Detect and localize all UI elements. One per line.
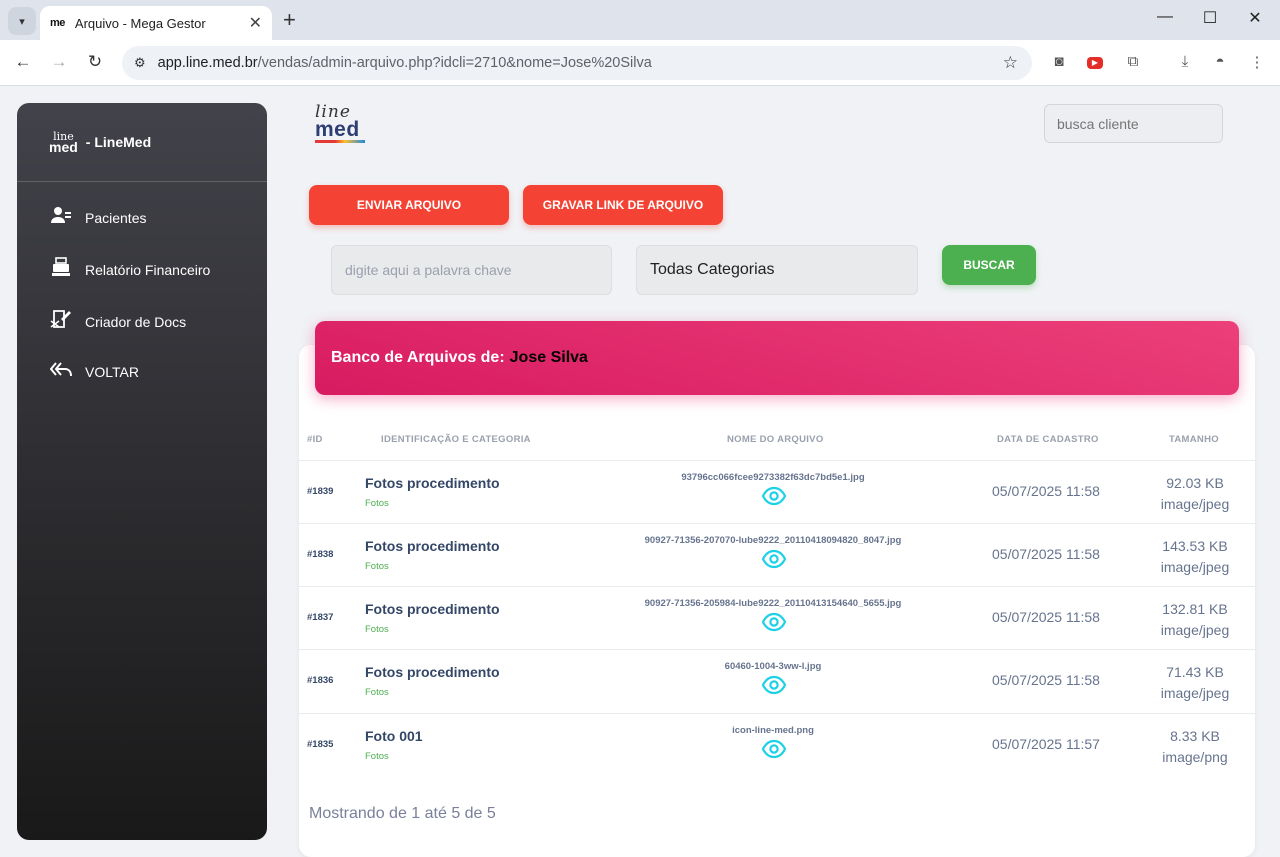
reply-all-icon [49, 360, 73, 383]
sidebar-logo: line med [49, 130, 78, 155]
sidebar-item-label: Pacientes [85, 209, 147, 226]
row-date: 05/07/2025 11:58 [992, 609, 1100, 625]
row-identification: Fotos procedimento [365, 664, 500, 680]
row-id: #1838 [307, 549, 334, 560]
search-button[interactable]: BUSCAR [942, 245, 1036, 285]
profile-avatar-icon[interactable]: ◓ [1210, 53, 1230, 70]
view-eye-icon[interactable] [761, 549, 787, 569]
save-file-link-button[interactable]: GRAVAR LINK DE ARQUIVO [523, 185, 723, 225]
sidebar-item-voltar[interactable]: VOLTAR [49, 360, 139, 383]
row-file-name: icon-line-med.png [732, 725, 814, 736]
minimize-icon[interactable]: — [1155, 8, 1175, 26]
table-row: #1839 Fotos procedimento Fotos 93796cc066fc… [299, 460, 1255, 523]
download-icon[interactable]: ⤓ [1175, 53, 1195, 70]
col-header-date: DATA DE CADASTRO [997, 434, 1099, 445]
window-close-icon[interactable]: ✕ [1245, 8, 1265, 28]
sidebar: line med - LineMed Pacientes Relatório F… [17, 103, 267, 840]
extensions-puzzle-icon[interactable]: ⧉ [1123, 53, 1143, 70]
row-identification: Fotos procedimento [365, 538, 500, 554]
row-category: Fotos [365, 751, 389, 762]
row-size: 143.53 KB image/jpeg [1160, 538, 1230, 575]
youtube-extension-icon[interactable]: ▶ [1087, 57, 1103, 69]
sidebar-brand-name: - LineMed [85, 134, 152, 150]
row-size: 92.03 KB image/jpeg [1160, 475, 1230, 512]
reload-icon[interactable]: ↻ [84, 52, 106, 72]
col-header-identification: IDENTIFICAÇÃO E CATEGORIA [381, 434, 531, 445]
table-row: #1835 Foto 001 Fotos icon-line-med.png 05/07… [299, 713, 1255, 776]
sidebar-item-label: Relatório Financeiro [85, 261, 211, 278]
col-header-id: #ID [307, 434, 323, 445]
client-name: Jose Silva [509, 349, 588, 366]
pagination-info: Mostrando de 1 até 5 de 5 [309, 805, 496, 822]
row-file-name: 93796cc066fcee9273382f63dc7bd5e1.jpg [681, 472, 865, 483]
row-category: Fotos [365, 561, 389, 572]
tab-favicon: me [50, 17, 65, 29]
browser-tab[interactable]: me Arquivo - Mega Gestor ✕ [40, 6, 272, 40]
row-id: #1835 [307, 739, 334, 750]
url-field[interactable]: ⚙ app.line.med.br/vendas/admin-arquivo.p… [122, 46, 1032, 80]
sidebar-divider [17, 181, 267, 182]
row-category: Fotos [365, 498, 389, 509]
row-identification: Fotos procedimento [365, 475, 500, 491]
view-eye-icon[interactable] [761, 486, 787, 506]
col-header-file-name: NOME DO ARQUIVO [727, 434, 824, 445]
url-host: app.line.med.br [157, 55, 258, 71]
row-id: #1837 [307, 612, 334, 623]
tab-close-icon[interactable]: ✕ [249, 13, 262, 33]
bookmark-star-icon[interactable]: ☆ [1003, 53, 1018, 73]
row-category: Fotos [365, 687, 389, 698]
row-size: 132.81 KB image/jpeg [1160, 601, 1230, 638]
row-id: #1836 [307, 675, 334, 686]
back-arrow-icon[interactable]: ← [12, 52, 34, 72]
tab-title: Arquivo - Mega Gestor [74, 15, 206, 31]
table-row: #1836 Fotos procedimento Fotos 60460-1004-3… [299, 649, 1255, 712]
row-date: 05/07/2025 11:58 [992, 546, 1100, 562]
tab-search-button[interactable]: ▾ [8, 7, 36, 35]
category-select[interactable]: Todas Categorias [636, 245, 918, 295]
send-file-button[interactable]: ENVIAR ARQUIVO [309, 185, 509, 225]
row-date: 05/07/2025 11:58 [992, 672, 1100, 688]
row-id: #1839 [307, 486, 334, 497]
row-date: 05/07/2025 11:57 [992, 736, 1100, 752]
sidebar-item-label: Criador de Docs [85, 313, 187, 330]
sidebar-item-criador-de-docs[interactable]: Criador de Docs [49, 309, 186, 334]
new-tab-icon[interactable]: + [283, 8, 296, 32]
sidebar-item-pacientes[interactable]: Pacientes [49, 206, 146, 229]
card-title: Banco de Arquivos de: [331, 349, 505, 366]
client-search-input[interactable] [1044, 104, 1223, 143]
document-sign-icon [49, 309, 73, 334]
row-size: 8.33 KB image/png [1162, 728, 1228, 765]
browser-tab-strip: ▾ me Arquivo - Mega Gestor ✕ + — ☐ ✕ [0, 0, 1280, 40]
url-path: /vendas/admin-arquivo.php?idcli=2710&nom… [257, 55, 652, 71]
table-row: #1838 Fotos procedimento Fotos 90927-71356-… [299, 523, 1255, 586]
row-identification: Foto 001 [365, 728, 423, 744]
row-category: Fotos [365, 624, 389, 635]
view-eye-icon[interactable] [761, 739, 787, 759]
row-date: 05/07/2025 11:58 [992, 483, 1100, 499]
row-file-name: 60460-1004-3ww-l.jpg [724, 661, 822, 672]
sidebar-item-label: VOLTAR [85, 363, 139, 380]
col-header-size: TAMANHO [1169, 434, 1219, 445]
row-size: 71.43 KB image/jpeg [1160, 664, 1230, 701]
row-identification: Fotos procedimento [365, 601, 500, 617]
row-file-name: 90927-71356-205984-lube9222_201104131546… [644, 598, 902, 609]
sidebar-item-relatorio-financeiro[interactable]: Relatório Financeiro [49, 257, 210, 282]
table-row: #1837 Fotos procedimento Fotos 90927-71356-… [299, 586, 1255, 649]
forward-arrow-icon[interactable]: → [48, 52, 70, 72]
maximize-icon[interactable]: ☐ [1200, 8, 1220, 28]
view-eye-icon[interactable] [761, 612, 787, 632]
row-file-name: 90927-71356-207070-lube9222_201104180948… [644, 535, 902, 546]
browser-menu-icon[interactable]: ⋮ [1247, 53, 1267, 71]
cash-register-icon [49, 257, 73, 282]
card-header: Banco de Arquivos de: Jose Silva [315, 321, 1239, 395]
keyword-input[interactable]: digite aqui a palavra chave [331, 245, 612, 295]
linemed-logo: line med [315, 104, 365, 143]
camera-icon[interactable]: ◙ [1049, 53, 1069, 70]
sidebar-brand[interactable]: line med - LineMed [49, 130, 152, 155]
view-eye-icon[interactable] [761, 675, 787, 695]
site-info-icon[interactable]: ⚙ [134, 55, 146, 71]
users-icon [49, 206, 73, 229]
